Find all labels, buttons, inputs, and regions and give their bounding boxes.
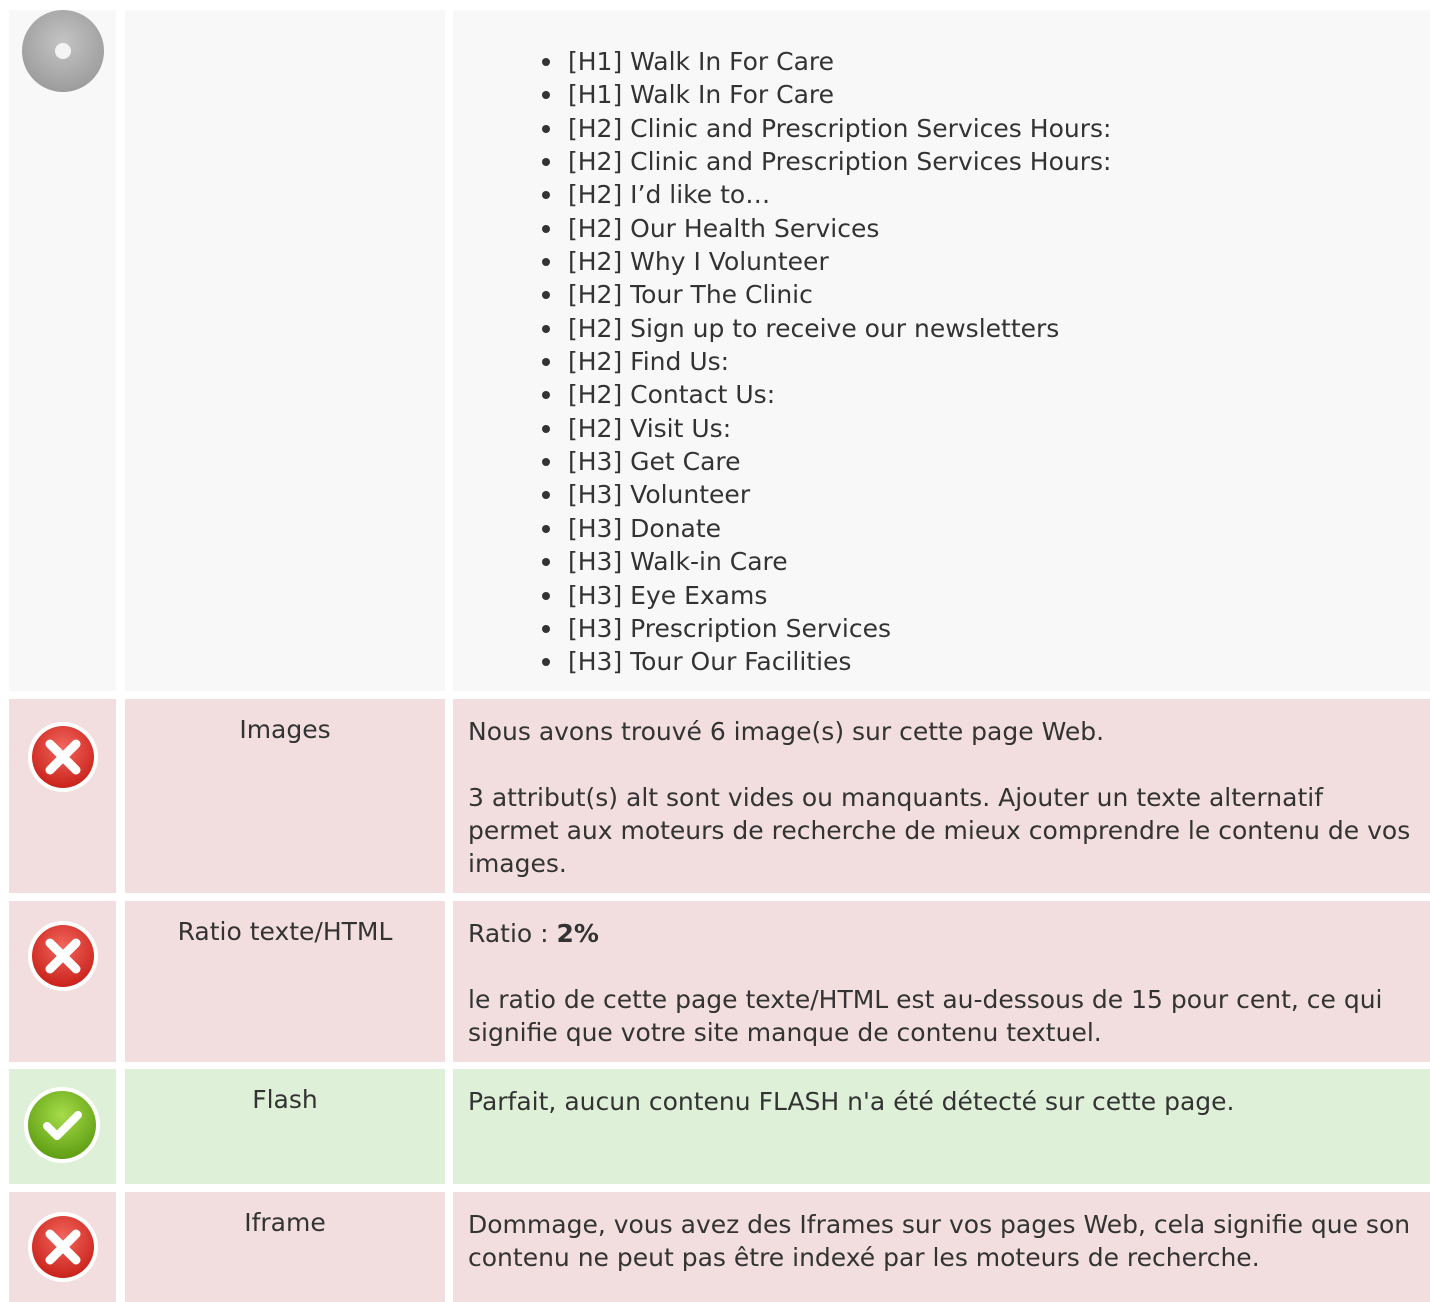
headings-row: [H1] Walk In For Care [H1] Walk In For C… bbox=[9, 10, 1430, 691]
flash-row: Flash Parfait, aucun contenu FLASH n'a é… bbox=[9, 1069, 1430, 1184]
heading-item: [H2] Why I Volunteer bbox=[542, 245, 1418, 278]
heading-item: [H3] Eye Exams bbox=[542, 579, 1418, 612]
heading-item: [H2] Clinic and Prescription Services Ho… bbox=[542, 112, 1418, 145]
error-x-icon bbox=[26, 720, 100, 794]
images-label: Images bbox=[125, 699, 445, 893]
ratio-advice: le ratio de cette page texte/HTML est au… bbox=[468, 985, 1383, 1047]
ratio-status-cell bbox=[9, 901, 116, 1062]
heading-item: [H3] Get Care bbox=[542, 445, 1418, 478]
heading-item: [H2] Contact Us: bbox=[542, 378, 1418, 411]
heading-item: [H3] Donate bbox=[542, 512, 1418, 545]
heading-item: [H3] Prescription Services bbox=[542, 612, 1418, 645]
images-body: Nous avons trouvé 6 image(s) sur cette p… bbox=[453, 699, 1430, 893]
flash-body: Parfait, aucun contenu FLASH n'a été dét… bbox=[453, 1069, 1430, 1184]
images-summary: Nous avons trouvé 6 image(s) sur cette p… bbox=[468, 717, 1105, 746]
error-x-icon bbox=[26, 1210, 100, 1284]
heading-item: [H1] Walk In For Care bbox=[542, 45, 1418, 78]
flash-label: Flash bbox=[125, 1069, 445, 1184]
iframe-row: Iframe Dommage, vous avez des Iframes su… bbox=[9, 1192, 1430, 1302]
error-x-icon bbox=[26, 919, 100, 993]
heading-item: [H3] Walk-in Care bbox=[542, 545, 1418, 578]
heading-item: [H3] Volunteer bbox=[542, 478, 1418, 511]
flash-status-cell bbox=[9, 1069, 116, 1184]
iframe-status-cell bbox=[9, 1192, 116, 1302]
heading-item: [H2] I’d like to… bbox=[542, 178, 1418, 211]
headings-list: [H1] Walk In For Care [H1] Walk In For C… bbox=[468, 45, 1418, 679]
iframe-body: Dommage, vous avez des Iframes sur vos p… bbox=[453, 1192, 1430, 1302]
heading-item: [H2] Clinic and Prescription Services Ho… bbox=[542, 145, 1418, 178]
ratio-prefix: Ratio : bbox=[468, 919, 557, 948]
ratio-row: Ratio texte/HTML Ratio : 2% le ratio de … bbox=[9, 901, 1430, 1062]
heading-item: [H2] Tour The Clinic bbox=[542, 278, 1418, 311]
heading-item: [H2] Find Us: bbox=[542, 345, 1418, 378]
ratio-body: Ratio : 2% le ratio de cette page texte/… bbox=[453, 901, 1430, 1062]
neutral-circle-icon bbox=[21, 10, 105, 94]
ratio-summary: Ratio : 2% bbox=[468, 917, 1418, 950]
heading-item: [H2] Sign up to receive our newsletters bbox=[542, 312, 1418, 345]
images-status-cell bbox=[9, 699, 116, 893]
flash-summary: Parfait, aucun contenu FLASH n'a été dét… bbox=[468, 1087, 1235, 1116]
iframe-summary: Dommage, vous avez des Iframes sur vos p… bbox=[468, 1210, 1411, 1272]
heading-item: [H2] Our Health Services bbox=[542, 212, 1418, 245]
headings-body-cell: [H1] Walk In For Care [H1] Walk In For C… bbox=[453, 10, 1430, 691]
ratio-label: Ratio texte/HTML bbox=[125, 901, 445, 1062]
images-alt-advice: 3 attribut(s) alt sont vides ou manquant… bbox=[468, 783, 1411, 878]
headings-label-cell bbox=[125, 10, 445, 691]
iframe-label: Iframe bbox=[125, 1192, 445, 1302]
headings-status-cell bbox=[9, 10, 116, 691]
ratio-value: 2% bbox=[556, 919, 599, 948]
heading-item: [H3] Tour Our Facilities bbox=[542, 645, 1418, 678]
heading-item: [H1] Walk In For Care bbox=[542, 78, 1418, 111]
heading-item: [H2] Visit Us: bbox=[542, 412, 1418, 445]
success-check-icon bbox=[22, 1085, 102, 1165]
images-row: Images Nous avons trouvé 6 image(s) sur … bbox=[9, 699, 1430, 893]
